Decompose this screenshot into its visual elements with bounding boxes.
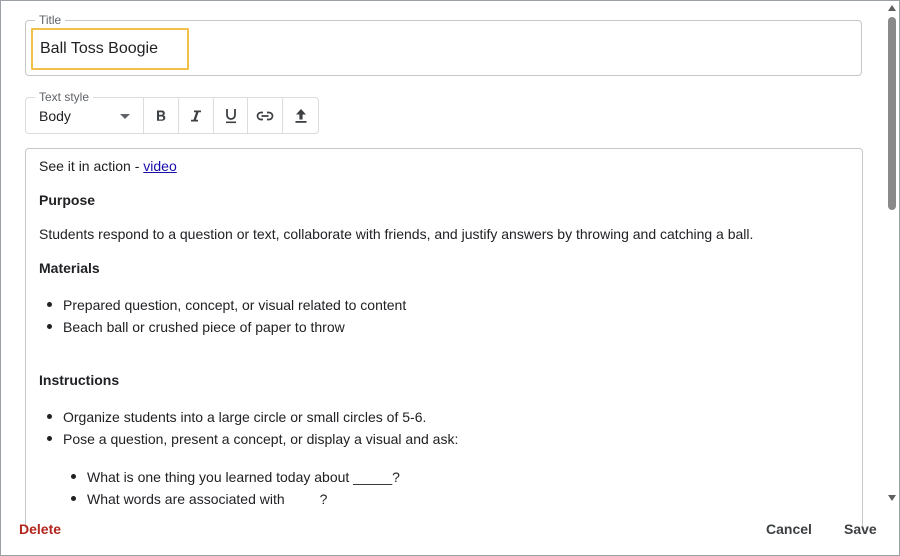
scroll-down-arrow-icon[interactable] <box>888 495 896 501</box>
list-item: What is one thing you learned today abou… <box>63 466 400 488</box>
instructions-heading: Instructions <box>39 372 120 388</box>
save-button[interactable]: Save <box>844 521 877 537</box>
sub-instructions-list: What is one thing you learned today abou… <box>63 466 400 510</box>
materials-list: Prepared question, concept, or visual re… <box>39 294 406 338</box>
rich-text-editor[interactable]: See it in action - video Purpose Student… <box>25 148 863 528</box>
list-item: Pose a question, present a concept, or d… <box>39 428 458 450</box>
list-item: Beach ball or crushed piece of paper to … <box>39 316 406 338</box>
delete-button[interactable]: Delete <box>19 521 61 537</box>
cancel-button[interactable]: Cancel <box>766 521 812 537</box>
bold-button[interactable] <box>144 98 179 133</box>
purpose-heading: Purpose <box>39 192 96 208</box>
italic-icon <box>190 110 201 121</box>
intro-line: See it in action - video <box>39 157 177 175</box>
title-input[interactable] <box>31 28 189 70</box>
text-style-toolbar: Text style Body <box>25 90 319 134</box>
text-style-select[interactable]: Body <box>26 98 145 133</box>
italic-button[interactable] <box>179 98 214 133</box>
underline-icon <box>225 108 236 123</box>
link-icon <box>257 111 274 120</box>
caret-down-icon <box>120 114 131 119</box>
bold-icon <box>157 110 166 121</box>
purpose-text: Students respond to a question or text, … <box>39 226 754 242</box>
title-label: Title <box>35 13 66 27</box>
underline-button[interactable] <box>214 98 249 133</box>
list-item: What words are associated with ? <box>63 488 400 510</box>
upload-button[interactable] <box>283 98 318 133</box>
list-item: Prepared question, concept, or visual re… <box>39 294 406 316</box>
title-field: Title <box>25 13 862 76</box>
video-link[interactable]: video <box>143 158 176 174</box>
edit-dialog: Title Text style Body See it in action -… <box>0 0 900 556</box>
materials-heading: Materials <box>39 260 100 276</box>
scrollbar-thumb[interactable] <box>888 17 896 210</box>
upload-icon <box>295 108 307 123</box>
scrollbar[interactable] <box>885 4 899 501</box>
link-button[interactable] <box>248 98 284 133</box>
text-style-value: Body <box>39 108 71 124</box>
scroll-up-arrow-icon[interactable] <box>888 5 896 11</box>
instructions-list: Organize students into a large circle or… <box>39 406 458 450</box>
intro-text: See it in action - <box>39 158 144 174</box>
list-item: Organize students into a large circle or… <box>39 406 458 428</box>
